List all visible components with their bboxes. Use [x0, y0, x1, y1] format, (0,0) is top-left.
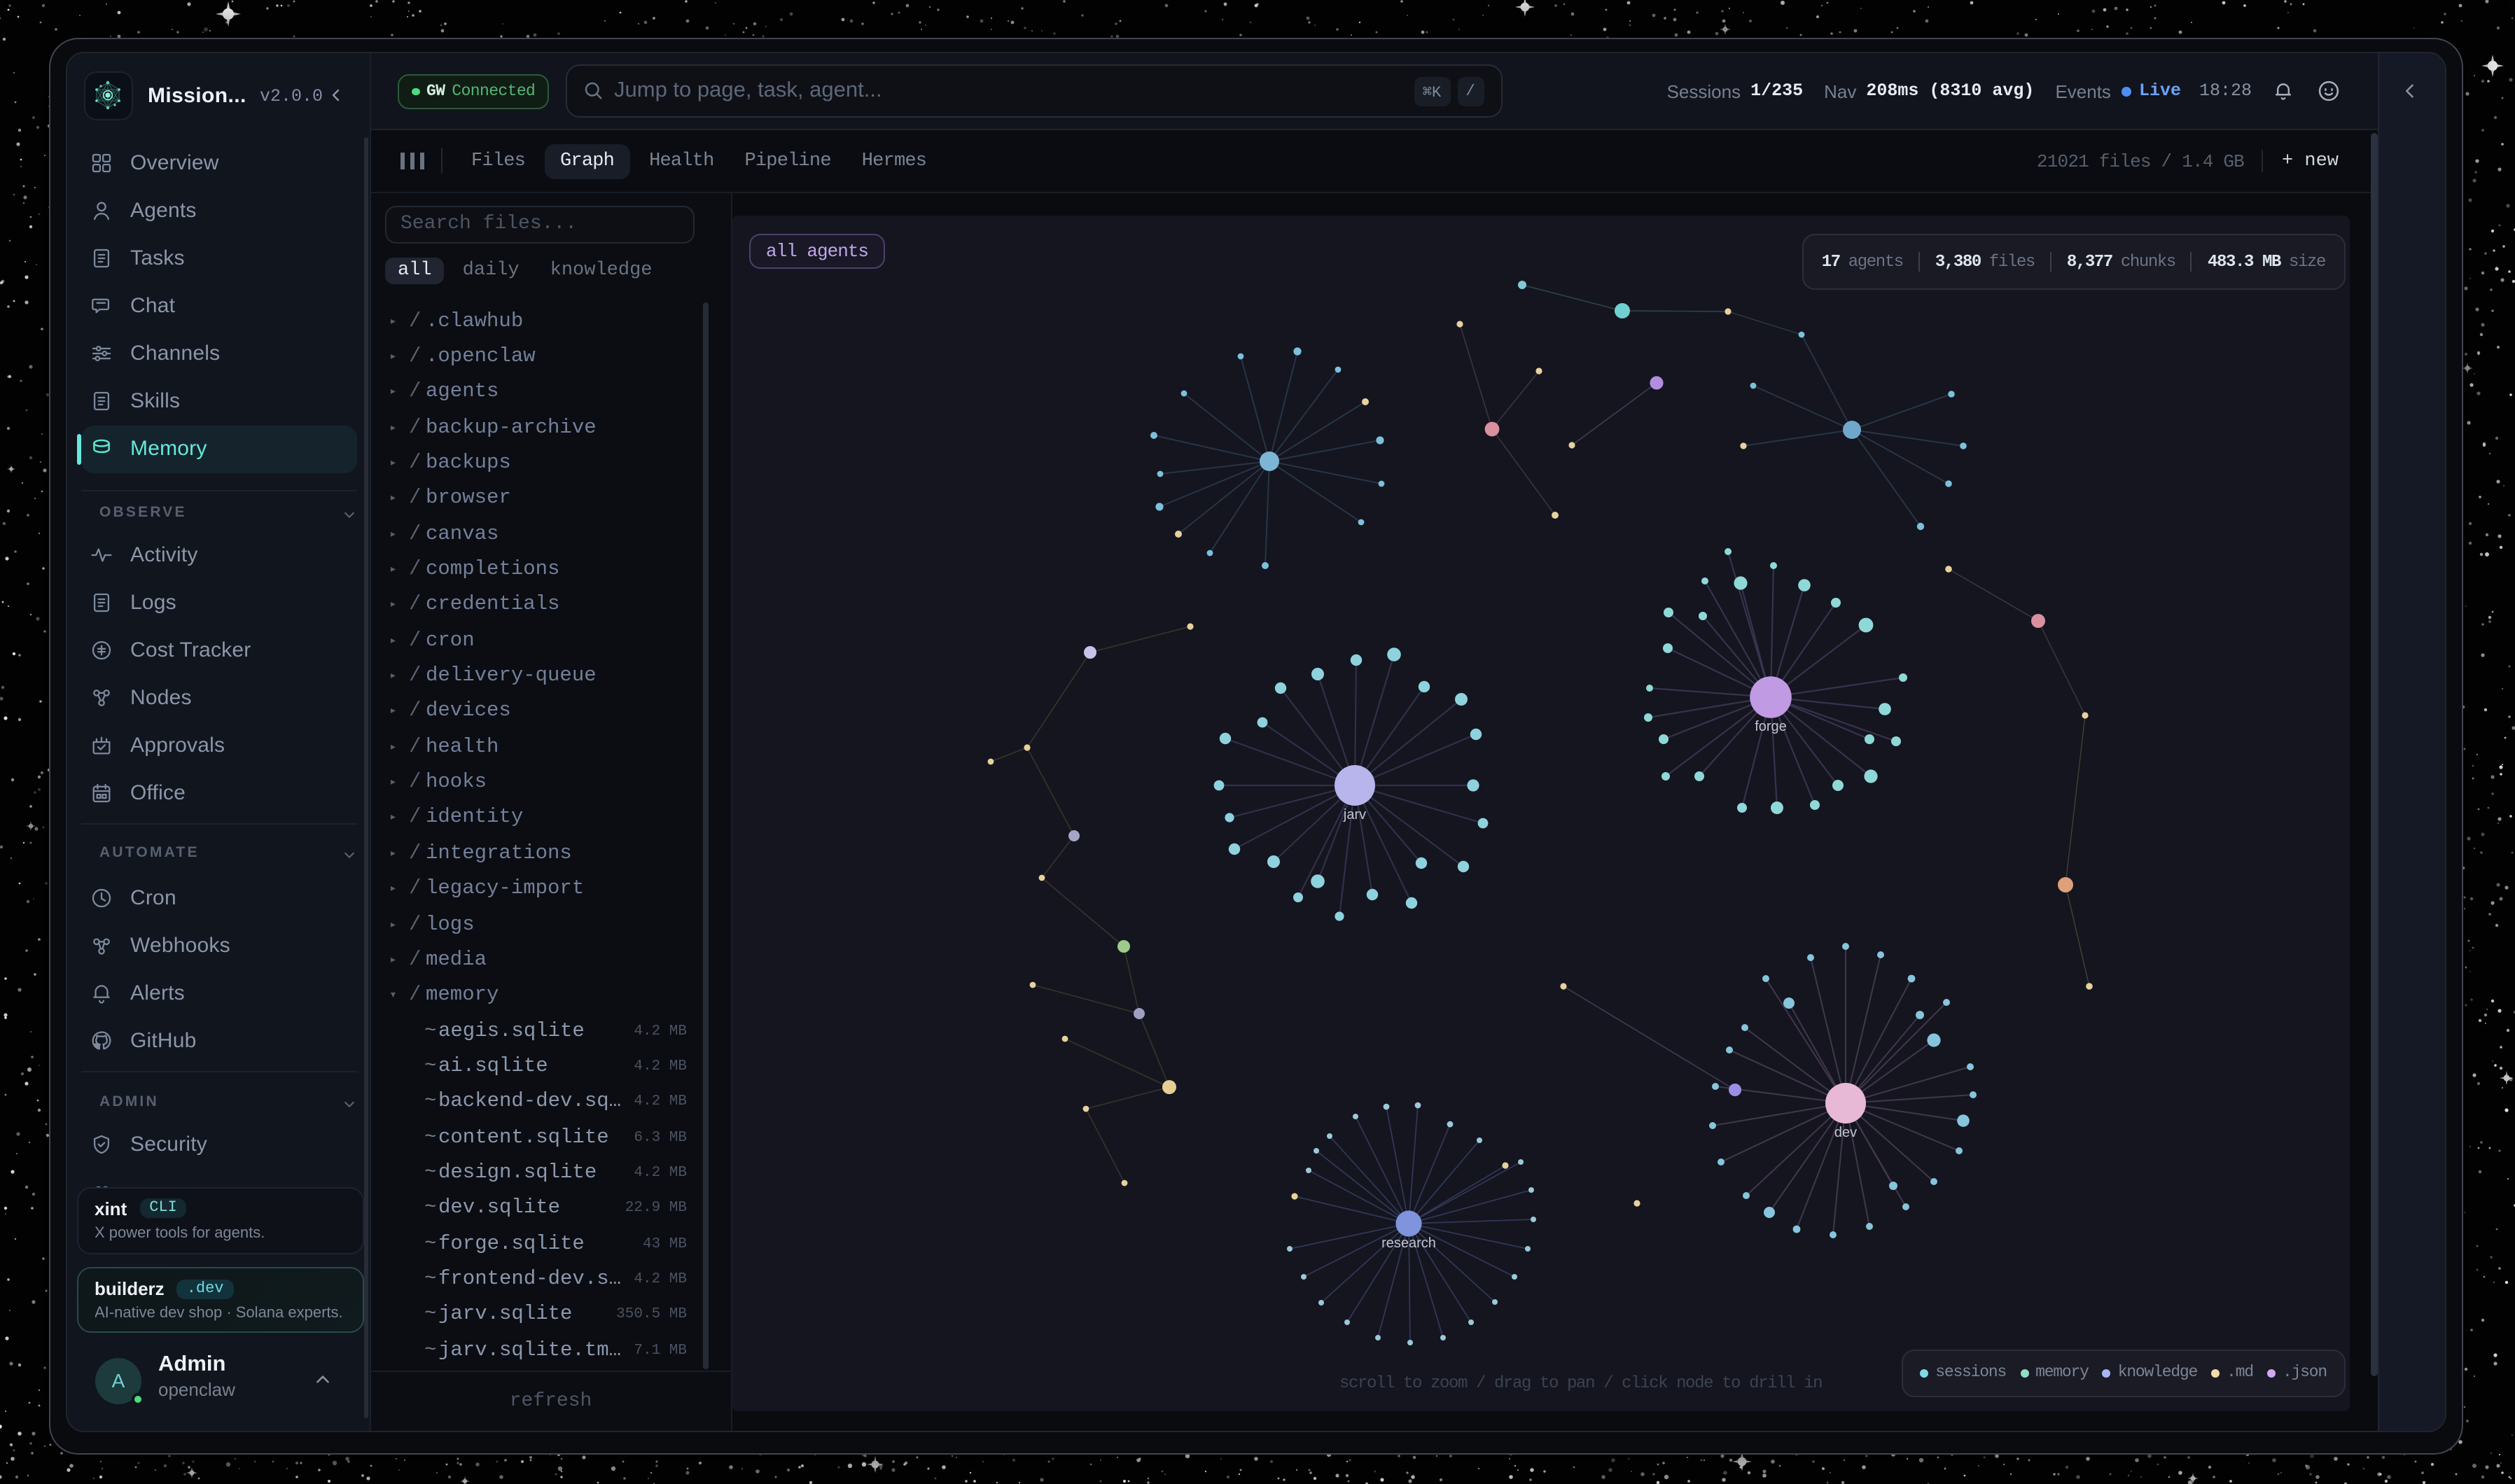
svg-text:jarv: jarv [1342, 806, 1365, 822]
svg-text:dev: dev [1834, 1124, 1856, 1140]
svg-text:forge: forge [1754, 718, 1786, 734]
svg-text:research: research [1381, 1235, 1435, 1250]
